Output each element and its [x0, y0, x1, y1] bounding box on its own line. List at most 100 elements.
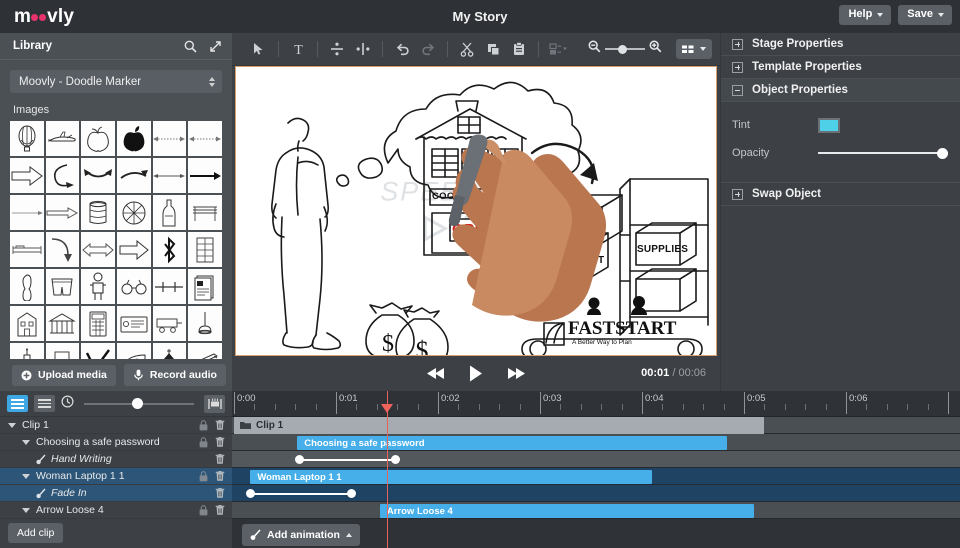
library-thumb-double-arrow[interactable] [81, 232, 115, 267]
library-thumb-dotted-arrow-right[interactable] [153, 121, 187, 156]
animation-bar[interactable] [246, 492, 356, 495]
library-thumb-hollow-arrow-right[interactable] [46, 195, 80, 230]
lock-icon[interactable] [199, 437, 208, 448]
app-logo[interactable]: mvly [0, 0, 232, 33]
paste-icon[interactable] [506, 36, 532, 62]
undo-icon[interactable] [389, 36, 415, 62]
library-thumb-curved-arrow-right[interactable] [117, 158, 151, 193]
delete-icon[interactable] [215, 419, 225, 431]
canvas-zoom-slider[interactable] [605, 48, 645, 50]
twisty-icon[interactable] [22, 474, 30, 479]
playhead[interactable] [387, 391, 388, 548]
opacity-knob[interactable] [937, 148, 948, 159]
zoom-out-icon[interactable] [588, 40, 601, 58]
rewind-icon[interactable] [427, 367, 445, 380]
object-bar[interactable]: Arrow Loose 4 [380, 504, 754, 518]
library-thumb-candle[interactable] [10, 343, 44, 359]
delete-icon[interactable] [215, 436, 225, 448]
layer-row[interactable]: Arrow Loose 4 [0, 502, 232, 519]
library-thumb-apple-logo[interactable] [117, 121, 151, 156]
library-thumb-glasses[interactable] [117, 269, 151, 304]
add-animation-button[interactable]: Add animation [242, 524, 360, 546]
layer-row[interactable]: Clip 1 [0, 417, 232, 434]
help-button[interactable]: Help [839, 5, 891, 25]
library-thumb-chair[interactable] [46, 343, 80, 359]
layer-row[interactable]: Fade In [0, 485, 232, 502]
delete-icon[interactable] [215, 453, 225, 465]
add-clip-button[interactable]: Add clip [8, 523, 63, 544]
track-row[interactable]: Clip 1 [232, 417, 960, 434]
track-row[interactable]: Arrow Loose 4 [232, 502, 960, 519]
clip-bar[interactable]: Clip 1 [234, 417, 764, 434]
library-thumb-bed[interactable] [10, 232, 44, 267]
library-thumb-thin-arrow-right[interactable] [153, 158, 187, 193]
library-thumb-bottle[interactable] [153, 195, 187, 230]
play-icon[interactable] [469, 365, 483, 382]
library-pack-select[interactable]: Moovly - Doodle Marker [10, 70, 222, 93]
twisty-icon[interactable] [22, 508, 30, 513]
timeline-ruler[interactable]: 0:000:010:020:030:040:050:06 [232, 391, 960, 417]
library-thumb-check-mark[interactable] [81, 343, 115, 359]
library-thumb-plus-marks[interactable] [153, 269, 187, 304]
align-horizontal-icon[interactable] [350, 36, 376, 62]
twisty-icon[interactable] [8, 423, 16, 428]
library-thumb-boy[interactable] [81, 269, 115, 304]
view-compact-icon[interactable] [34, 395, 55, 412]
expand-icon[interactable] [209, 40, 222, 53]
track-row[interactable] [232, 451, 960, 468]
section-object-properties[interactable]: Object Properties [721, 79, 960, 102]
fit-timeline-icon[interactable] [204, 395, 225, 413]
library-thumb-block-arrow-right-2[interactable] [117, 232, 151, 267]
text-tool-icon[interactable]: T [285, 36, 311, 62]
library-thumb-bent-arrow-down[interactable] [46, 232, 80, 267]
library-thumb-lamp[interactable] [188, 306, 222, 341]
section-template-properties[interactable]: Template Properties [721, 56, 960, 79]
library-thumb-bank-building[interactable] [46, 306, 80, 341]
lock-icon[interactable] [199, 420, 208, 431]
lock-icon[interactable] [199, 471, 208, 482]
twisty-icon[interactable] [22, 440, 30, 445]
view-list-icon[interactable] [7, 395, 28, 412]
object-bar[interactable]: Woman Laptop 1 1 [250, 470, 652, 484]
animation-end-handle[interactable] [391, 455, 400, 464]
search-icon[interactable] [184, 40, 197, 53]
library-thumb-cheese[interactable] [117, 343, 151, 359]
library-thumb-bookcase[interactable] [188, 232, 222, 267]
library-thumb-bluetooth[interactable] [153, 232, 187, 267]
library-thumb-church[interactable] [153, 343, 187, 359]
tint-color-swatch[interactable] [818, 118, 840, 133]
layer-row[interactable]: Choosing a safe password [0, 434, 232, 451]
layer-order-icon[interactable] [545, 36, 571, 62]
timeline-zoom-slider[interactable] [84, 398, 194, 410]
cut-icon[interactable] [454, 36, 480, 62]
delete-icon[interactable] [215, 487, 225, 499]
layer-row[interactable]: Woman Laptop 1 1 [0, 468, 232, 485]
delete-icon[interactable] [215, 504, 225, 516]
library-thumb-basketball[interactable] [117, 195, 151, 230]
section-swap-object[interactable]: Swap Object [721, 183, 960, 206]
delete-icon[interactable] [215, 470, 225, 482]
library-thumb-building[interactable] [10, 306, 44, 341]
library-thumb-newspapers[interactable] [188, 269, 222, 304]
library-thumb-bowling-pin[interactable] [10, 269, 44, 304]
library-thumb-block-arrow-right[interactable] [10, 158, 44, 193]
animation-end-handle[interactable] [347, 489, 356, 498]
animation-start-handle[interactable] [246, 489, 255, 498]
upload-media-button[interactable]: Upload media [12, 365, 116, 386]
library-thumb-airplane[interactable] [46, 121, 80, 156]
lock-icon[interactable] [199, 505, 208, 516]
library-grid-scroll[interactable] [0, 121, 232, 359]
track-row[interactable]: Woman Laptop 1 1 [232, 468, 960, 485]
library-thumb-barrel[interactable] [81, 195, 115, 230]
timeline-zoom-knob[interactable] [132, 398, 143, 409]
library-thumb-cart[interactable] [153, 306, 187, 341]
redo-icon[interactable] [415, 36, 441, 62]
object-bar[interactable]: Choosing a safe password [297, 436, 726, 450]
library-thumb-calculator[interactable] [81, 306, 115, 341]
library-thumb-hot-air-balloon[interactable] [10, 121, 44, 156]
track-row[interactable]: Choosing a safe password [232, 434, 960, 451]
track-row[interactable] [232, 485, 960, 502]
library-thumb-dotted-arrow-right-2[interactable] [188, 121, 222, 156]
select-cursor-icon[interactable] [246, 36, 272, 62]
library-thumb-curved-arrow[interactable] [46, 158, 80, 193]
